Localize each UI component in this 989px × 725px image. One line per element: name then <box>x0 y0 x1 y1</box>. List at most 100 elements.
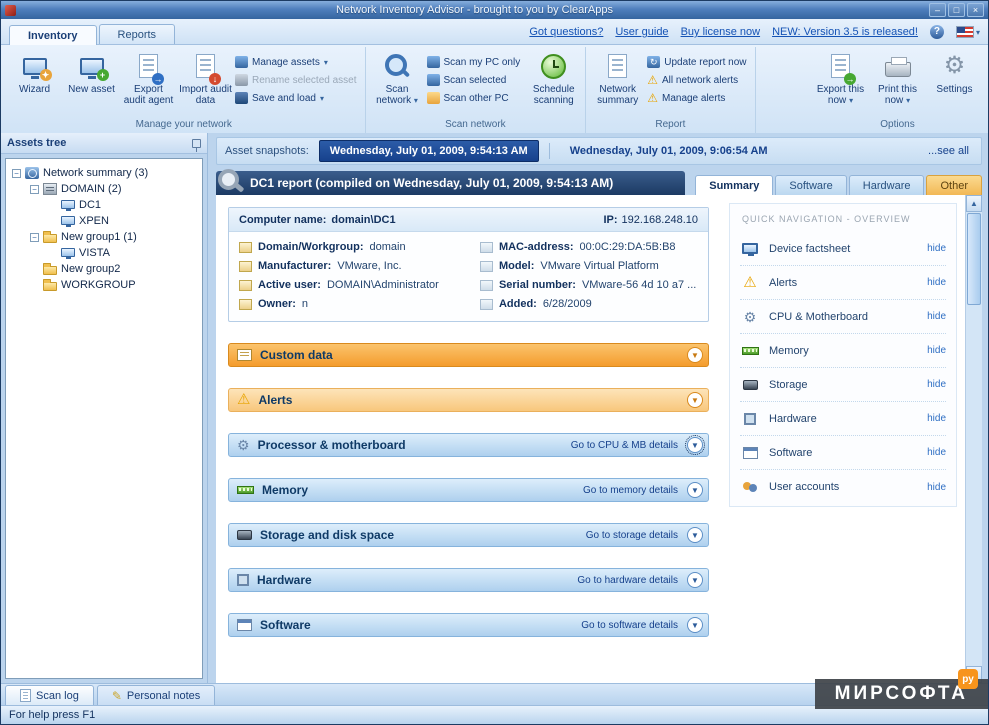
collapse-icon[interactable]: − <box>30 185 39 194</box>
scan-network-button[interactable]: Scan network ▾ <box>370 49 425 111</box>
tree-item-network-summary[interactable]: − Network summary (3) <box>8 165 200 181</box>
go-to-software-link[interactable]: Go to software details <box>581 620 678 631</box>
new-asset-button[interactable]: + New asset <box>64 49 119 111</box>
section-alerts[interactable]: ⚠ Alerts ▼ <box>228 388 709 412</box>
print-this-now-button[interactable]: Print this now ▾ <box>870 49 925 111</box>
quicknav-storage[interactable]: Storage hide <box>740 368 946 402</box>
maximize-button[interactable]: □ <box>948 3 965 17</box>
quicknav-device-factsheet[interactable]: Device factsheet hide <box>740 232 946 266</box>
help-icon[interactable]: ? <box>930 25 944 39</box>
tab-software[interactable]: Software <box>775 175 846 195</box>
network-summary-button[interactable]: Network summary <box>590 49 645 111</box>
ribbon-group-report: Network summary ↻ Update report now ⚠ Al… <box>586 47 755 133</box>
tree-item-vista[interactable]: VISTA <box>8 245 200 261</box>
gear-icon: ⚙ <box>744 310 757 324</box>
tree-item-new-group1[interactable]: − New group1 (1) <box>8 229 200 245</box>
quicknav-cpu-motherboard[interactable]: ⚙ CPU & Motherboard hide <box>740 300 946 334</box>
minimize-button[interactable]: – <box>929 3 946 17</box>
chevron-down-icon[interactable]: ▼ <box>687 347 703 363</box>
chevron-down-icon: ▾ <box>320 94 324 103</box>
go-to-memory-link[interactable]: Go to memory details <box>583 485 678 496</box>
settings-button[interactable]: ⚙ Settings <box>927 49 982 111</box>
quicknav-user-accounts[interactable]: User accounts hide <box>740 470 946 504</box>
link-user-guide[interactable]: User guide <box>615 26 668 38</box>
hide-link[interactable]: hide <box>927 345 946 356</box>
section-memory[interactable]: Memory Go to memory details ▼ <box>228 478 709 502</box>
tab-summary[interactable]: Summary <box>695 175 773 195</box>
export-this-now-button[interactable]: → Export this now ▾ <box>813 49 868 111</box>
section-custom-data[interactable]: Custom data ▼ <box>228 343 709 367</box>
pin-icon[interactable] <box>192 139 201 148</box>
quicknav-hardware[interactable]: Hardware hide <box>740 402 946 436</box>
language-selector[interactable]: ▾ <box>956 26 980 38</box>
close-button[interactable]: × <box>967 3 984 17</box>
chevron-down-icon[interactable]: ▼ <box>687 437 703 453</box>
section-processor-motherboard[interactable]: ⚙ Processor & motherboard Go to CPU & MB… <box>228 433 709 457</box>
scan-my-pc-button[interactable]: Scan my PC only <box>427 56 521 68</box>
hide-link[interactable]: hide <box>927 447 946 458</box>
tree-item-xpen[interactable]: XPEN <box>8 213 200 229</box>
link-buy-license[interactable]: Buy license now <box>681 26 761 38</box>
quicknav-software[interactable]: Software hide <box>740 436 946 470</box>
all-network-alerts-button[interactable]: ⚠ All network alerts <box>647 74 746 86</box>
chevron-down-icon[interactable]: ▼ <box>687 392 703 408</box>
scan-other-pc-button[interactable]: Scan other PC <box>427 92 521 104</box>
tab-personal-notes[interactable]: ✎ Personal notes <box>97 685 215 705</box>
quicknav-memory[interactable]: Memory hide <box>740 334 946 368</box>
collapse-icon[interactable]: − <box>30 233 39 242</box>
chevron-down-icon[interactable]: ▼ <box>687 572 703 588</box>
chevron-down-icon[interactable]: ▼ <box>687 617 703 633</box>
go-to-cpu-link[interactable]: Go to CPU & MB details <box>571 440 678 451</box>
go-to-hardware-link[interactable]: Go to hardware details <box>577 575 678 586</box>
users-icon <box>742 481 759 493</box>
save-load-icon <box>235 92 248 104</box>
hide-link[interactable]: hide <box>927 311 946 322</box>
collapse-icon[interactable]: − <box>12 169 21 178</box>
domain-icon <box>43 183 57 195</box>
scroll-up-button[interactable]: ▲ <box>966 195 982 212</box>
manage-assets-button[interactable]: Manage assets ▾ <box>235 56 357 68</box>
update-report-now-button[interactable]: ↻ Update report now <box>647 56 746 68</box>
hide-link[interactable]: hide <box>927 413 946 424</box>
wizard-button[interactable]: ✦ Wizard <box>7 49 62 111</box>
ribbon-group-label: Report <box>590 118 750 133</box>
chevron-down-icon[interactable]: ▼ <box>687 482 703 498</box>
assets-tree-title: Assets tree <box>7 137 66 149</box>
manage-alerts-button[interactable]: ⚠ Manage alerts <box>647 92 746 104</box>
quicknav-alerts[interactable]: ⚠ Alerts hide <box>740 266 946 300</box>
section-software[interactable]: Software Go to software details ▼ <box>228 613 709 637</box>
save-and-load-button[interactable]: Save and load ▾ <box>235 92 357 104</box>
ribbon-group-label: Manage your network <box>7 118 361 133</box>
section-hardware[interactable]: Hardware Go to hardware details ▼ <box>228 568 709 592</box>
schedule-scanning-button[interactable]: Schedule scanning <box>526 49 581 111</box>
hide-link[interactable]: hide <box>927 482 946 493</box>
chevron-down-icon[interactable]: ▼ <box>687 527 703 543</box>
go-to-storage-link[interactable]: Go to storage details <box>586 530 678 541</box>
export-audit-agent-button[interactable]: → Export audit agent <box>121 49 176 111</box>
tab-other[interactable]: Other <box>926 175 982 195</box>
tree-item-dc1[interactable]: DC1 <box>8 197 200 213</box>
tab-reports[interactable]: Reports <box>99 24 176 44</box>
link-new-version[interactable]: NEW: Version 3.5 is released! <box>772 26 918 38</box>
tab-scan-log[interactable]: Scan log <box>5 685 94 705</box>
memory-icon <box>742 347 759 355</box>
tree-item-new-group2[interactable]: New group2 <box>8 261 200 277</box>
see-all-link[interactable]: ...see all <box>928 145 973 157</box>
link-got-questions[interactable]: Got questions? <box>529 26 603 38</box>
rename-selected-asset-button[interactable]: Rename selected asset <box>235 74 357 86</box>
tree-item-workgroup[interactable]: WORKGROUP <box>8 277 200 293</box>
snapshot-previous[interactable]: Wednesday, July 01, 2009, 9:06:54 AM <box>560 141 778 161</box>
tab-hardware[interactable]: Hardware <box>849 175 925 195</box>
hide-link[interactable]: hide <box>927 379 946 390</box>
scan-selected-button[interactable]: Scan selected <box>427 74 521 86</box>
pencil-icon: ✎ <box>112 689 122 703</box>
scroll-thumb[interactable] <box>967 213 981 305</box>
import-audit-data-button[interactable]: ↓ Import audit data <box>178 49 233 111</box>
snapshot-current[interactable]: Wednesday, July 01, 2009, 9:54:13 AM <box>319 140 539 162</box>
section-storage[interactable]: Storage and disk space Go to storage det… <box>228 523 709 547</box>
hide-link[interactable]: hide <box>927 277 946 288</box>
tab-inventory[interactable]: Inventory <box>9 25 97 45</box>
hide-link[interactable]: hide <box>927 243 946 254</box>
tree-item-domain[interactable]: − DOMAIN (2) <box>8 181 200 197</box>
vertical-scrollbar[interactable]: ▲ ▼ <box>965 195 982 683</box>
